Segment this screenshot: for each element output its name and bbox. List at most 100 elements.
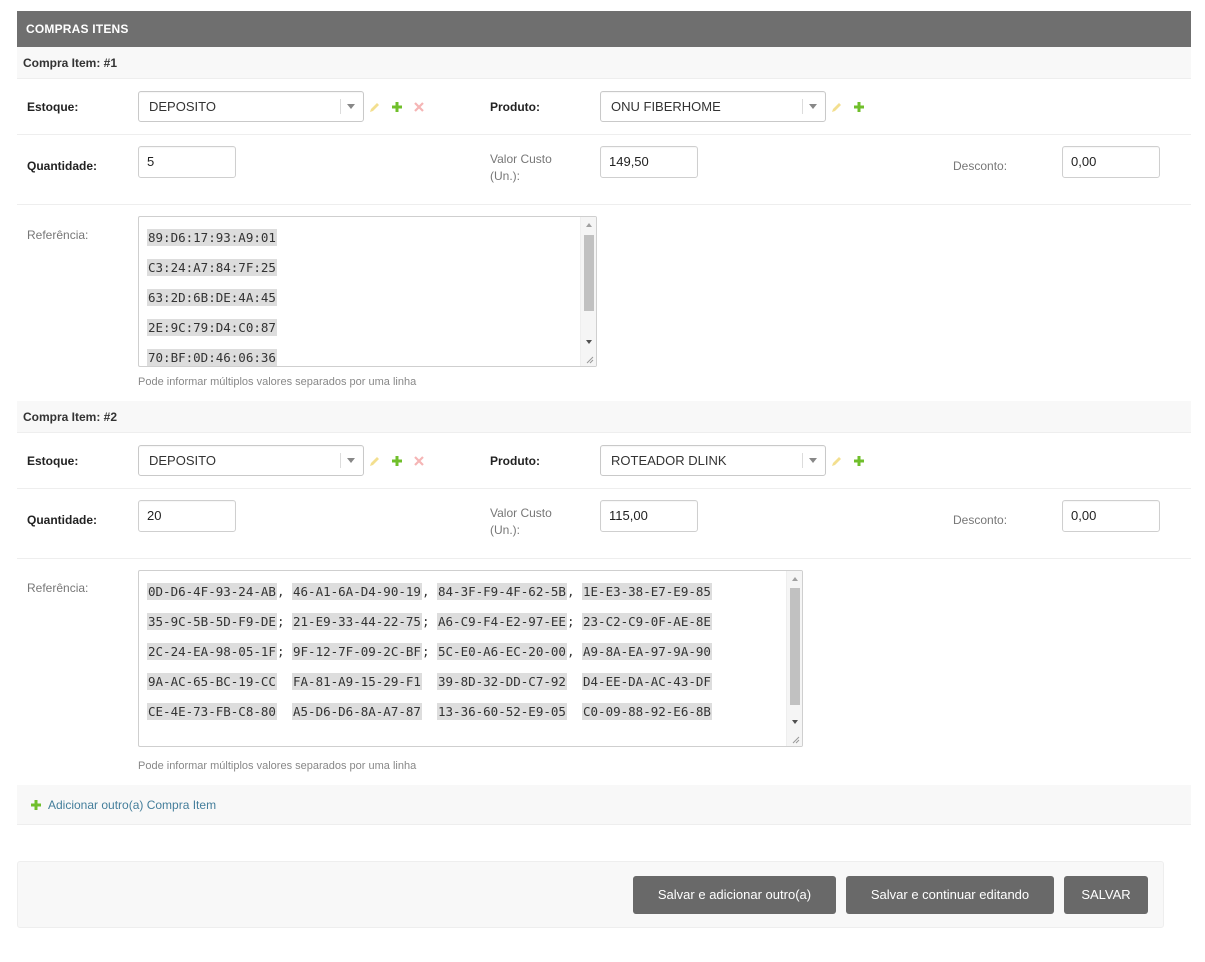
estoque-label: Estoque: — [27, 454, 79, 468]
valor-custo-input-1[interactable]: 149,50 — [600, 146, 698, 178]
mac-value: 21-E9-33-44-22-75 — [292, 613, 422, 630]
chevron-down-icon — [809, 104, 817, 109]
pencil-icon[interactable] — [368, 454, 382, 468]
quantidade-input-1[interactable]: 5 — [138, 146, 236, 178]
produto-select-2[interactable]: ROTEADOR DLINK — [600, 445, 826, 476]
save-button[interactable]: SALVAR — [1064, 876, 1148, 914]
resize-grip-icon[interactable] — [790, 734, 800, 744]
separator: , — [421, 584, 437, 599]
referencia-line: 2C-24-EA-98-05-1F; 9F-12-7F-09-2C-BF; 5C… — [147, 637, 712, 667]
referencia-help: Pode informar múltiplos valores separado… — [138, 376, 417, 388]
plus-icon[interactable] — [390, 100, 404, 114]
referencia-textarea-1[interactable]: 89:D6:17:93:A9:01 C3:24:A7:84:7F:25 63:2D:… — [138, 216, 597, 367]
submit-row: Salvar e adicionar outro(a) Salvar e con… — [17, 861, 1164, 928]
mac-value: 35-9C-5B-5D-F9-DE — [147, 613, 277, 630]
mac-value: FA-81-A9-15-29-F1 — [292, 673, 422, 690]
valor-custo-label-line1: Valor Custo — [490, 152, 552, 166]
referencia-line: 35-9C-5B-5D-F9-DE; 21-E9-33-44-22-75; A6… — [147, 607, 712, 637]
referencia-lines-2: 0D-D6-4F-93-24-AB, 46-A1-6A-D4-90-19, 84… — [147, 577, 712, 727]
separator — [277, 674, 292, 689]
valor-custo-label-line1: Valor Custo — [490, 506, 552, 520]
plus-icon — [29, 798, 43, 812]
item-header-1: Compra Item: #1 — [17, 47, 1191, 79]
separator: ; — [566, 614, 582, 629]
item-header-2: Compra Item: #2 — [17, 401, 1191, 433]
referencia-textarea-2[interactable]: 0D-D6-4F-93-24-AB, 46-A1-6A-D4-90-19, 84… — [138, 570, 803, 747]
chevron-down-icon — [347, 104, 355, 109]
referencia-line: 63:2D:6B:DE:4A:45 — [147, 283, 277, 313]
resize-grip-icon[interactable] — [584, 354, 594, 364]
desconto-input-2[interactable]: 0,00 — [1062, 500, 1160, 532]
mac-value: 46-A1-6A-D4-90-19 — [292, 583, 422, 600]
x-icon[interactable] — [412, 100, 426, 114]
module-title: COMPRAS ITENS — [17, 11, 1191, 47]
pencil-icon[interactable] — [830, 454, 844, 468]
mac-value: 84-3F-F9-4F-62-5B — [437, 583, 567, 600]
mac-value: A9-8A-EA-97-9A-90 — [582, 643, 712, 660]
referencia-help: Pode informar múltiplos valores separado… — [138, 760, 417, 772]
mac-value: 1E-E3-38-E7-E9-85 — [582, 583, 712, 600]
estoque-select-2[interactable]: DEPOSITO — [138, 445, 364, 476]
plus-icon[interactable] — [852, 100, 866, 114]
add-compra-item-row[interactable]: Adicionar outro(a) Compra Item — [17, 785, 1191, 825]
referencia-line: C3:24:A7:84:7F:25 — [147, 253, 277, 283]
plus-icon[interactable] — [390, 454, 404, 468]
mac-value: 2C-24-EA-98-05-1F — [147, 643, 277, 660]
save-and-add-button[interactable]: Salvar e adicionar outro(a) — [633, 876, 836, 914]
mac-value: 63:2D:6B:DE:4A:45 — [147, 289, 277, 306]
mac-value: A6-C9-F4-E2-97-EE — [437, 613, 567, 630]
compras-itens-module: COMPRAS ITENS Compra Item: #1 Estoque: D… — [17, 11, 1191, 825]
row-estoque-produto-1: Estoque: DEPOSITO Produto: ONU FIBERHOME — [17, 79, 1191, 135]
referencia-line: 70:BF:0D:46:06:36 — [147, 343, 277, 366]
estoque-value: DEPOSITO — [149, 453, 216, 468]
mac-value: 89:D6:17:93:A9:01 — [147, 229, 277, 246]
row-quantidade-2: Quantidade: 20 Valor Custo (Un.): 115,00… — [17, 489, 1191, 559]
save-and-continue-button[interactable]: Salvar e continuar editando — [846, 876, 1054, 914]
mac-value: C3:24:A7:84:7F:25 — [147, 259, 277, 276]
plus-icon[interactable] — [852, 454, 866, 468]
mac-value: 9A-AC-65-BC-19-CC — [147, 673, 277, 690]
scrollbar[interactable] — [580, 217, 596, 366]
valor-custo-input-2[interactable]: 115,00 — [600, 500, 698, 532]
mac-value: 70:BF:0D:46:06:36 — [147, 349, 277, 366]
add-compra-item-link[interactable]: Adicionar outro(a) Compra Item — [48, 798, 216, 812]
quantidade-label: Quantidade: — [27, 513, 98, 527]
row-estoque-produto-2: Estoque: DEPOSITO Produto: ROTEADOR DLIN… — [17, 433, 1191, 489]
estoque-select-1[interactable]: DEPOSITO — [138, 91, 364, 122]
referencia-line: 2E:9C:79:D4:C0:87 — [147, 313, 277, 343]
scrollbar[interactable] — [786, 571, 802, 746]
separator: , — [566, 644, 582, 659]
desconto-label: Desconto: — [953, 159, 1008, 173]
mac-value: CE-4E-73-FB-C8-80 — [147, 703, 277, 720]
referencia-line: 89:D6:17:93:A9:01 — [147, 223, 277, 253]
x-icon[interactable] — [412, 454, 426, 468]
produto-select-1[interactable]: ONU FIBERHOME — [600, 91, 826, 122]
mac-value: 39-8D-32-DD-C7-92 — [437, 673, 567, 690]
valor-custo-label: Valor Custo (Un.): — [490, 151, 552, 185]
separator — [422, 704, 437, 719]
referencia-label: Referência: — [27, 581, 89, 595]
separator: ; — [421, 614, 437, 629]
valor-custo-label: Valor Custo (Un.): — [490, 505, 552, 539]
chevron-down-icon — [809, 458, 817, 463]
mac-value: 2E:9C:79:D4:C0:87 — [147, 319, 277, 336]
mac-value: A5-D6-D6-8A-A7-87 — [292, 703, 422, 720]
referencia-lines-1: 89:D6:17:93:A9:01 C3:24:A7:84:7F:25 63:2D:… — [147, 223, 277, 366]
separator — [422, 674, 437, 689]
desconto-input-1[interactable]: 0,00 — [1062, 146, 1160, 178]
referencia-label: Referência: — [27, 228, 89, 242]
mac-value: 5C-E0-A6-EC-20-00 — [437, 643, 567, 660]
separator — [567, 674, 582, 689]
mac-value: 9F-12-7F-09-2C-BF — [292, 643, 422, 660]
mac-value: C0-09-88-92-E6-8B — [582, 703, 712, 720]
quantidade-input-2[interactable]: 20 — [138, 500, 236, 532]
produto-value: ROTEADOR DLINK — [611, 453, 727, 468]
chevron-down-icon — [347, 458, 355, 463]
pencil-icon[interactable] — [830, 100, 844, 114]
mac-value: 23-C2-C9-0F-AE-8E — [582, 613, 712, 630]
pencil-icon[interactable] — [368, 100, 382, 114]
referencia-line: CE-4E-73-FB-C8-80 A5-D6-D6-8A-A7-87 13-3… — [147, 697, 712, 727]
produto-label: Produto: — [490, 454, 540, 468]
mac-value: 0D-D6-4F-93-24-AB — [147, 583, 277, 600]
quantidade-label: Quantidade: — [27, 159, 98, 173]
